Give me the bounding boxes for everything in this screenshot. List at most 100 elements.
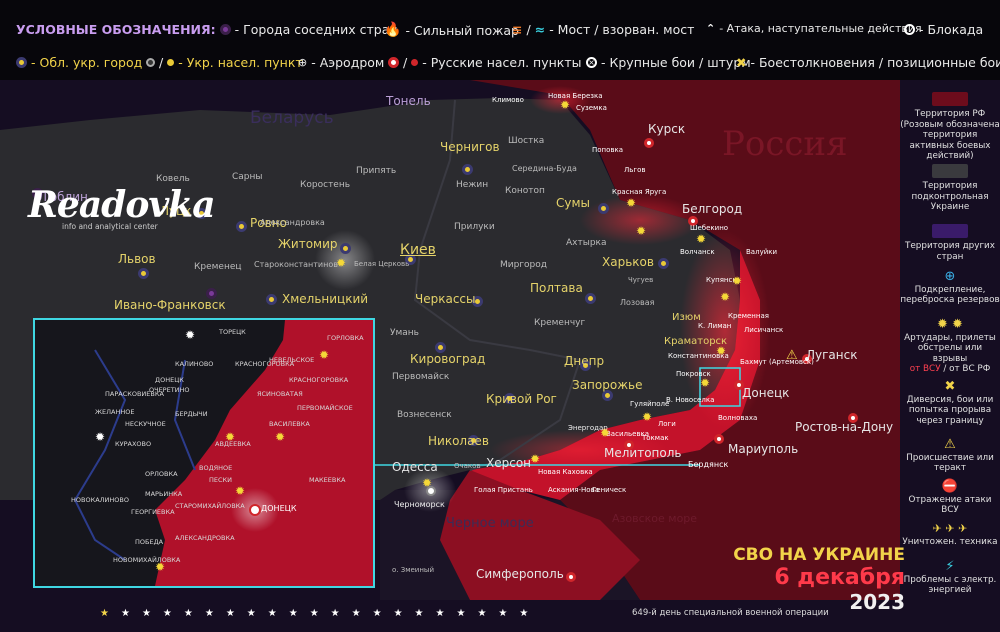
repel-icon: ⛔ [941,479,959,494]
city-kherson: Херсон [486,456,532,470]
rf-swatch [932,92,968,106]
city-kharkov: Харьков [602,255,654,269]
legend-russian-text: - Русские насел. пункты [422,55,582,70]
city-voznesensk: Вознесенск [397,410,452,420]
city-vasilyevka: Васильевка [606,430,650,438]
city-genichesk: Геническ [592,486,627,494]
power-text: Проблемы с электр. энергией [903,574,997,596]
legend-rf-territory: Территория РФ (Розовым обозначена террит… [900,92,1000,162]
mariupol-marker [714,434,724,444]
clash-icon: ✖ [736,55,747,70]
city-korosten: Коростень [300,180,351,190]
city-logi: Логи [658,420,676,428]
power-icon: ⚡ [945,559,955,574]
inset-city-donetsk: ДОНЕЦК [261,504,297,513]
map-graphic: УСЛОВНЫЕ ОБОЗНАЧЕНИЯ: - Города соседних … [0,0,1000,632]
inset-label: ОРЛОВКА [145,470,178,478]
legend-bridge: ≡ / ≈ - Мост / взорван. мост [512,22,694,37]
legend-incident: ⚠ Происшествие или теракт [900,438,1000,474]
city-krivoy-rog: Кривой Рог [486,392,557,406]
diversion-text: Диверсия, бои или попытка прорыва через … [906,394,994,426]
inset-donetsk-marker [249,504,261,516]
inset-label: ПЕРВОМАЙСКОЕ [297,404,353,412]
inset-label: ТОРЕЦК [219,328,246,336]
ua-swatch [932,164,968,178]
sumy-marker [598,203,609,214]
legend-diversion: ✖ Диверсия, бои или попытка прорыва чере… [900,380,1000,426]
legend-clashes: ✖ - Боестолкновения / позиционные бои [736,55,1000,70]
city-kiev: Киев [400,242,436,258]
footer-day-count: 649-й день специальной военной операции [632,608,829,618]
legend-destroyed: ✈ ✈ ✈ Уничтожен. техника [900,523,1000,547]
star-icon: ★ [435,607,445,619]
by-slash-text: / [943,364,947,374]
bridge-icon: ≡ [512,22,523,37]
reinforcement-text: Подкрепление, переброска резервов [900,284,1000,306]
strike-icon: ✹ [600,426,611,440]
star-icon: ★ [120,607,130,619]
city-konotop: Конотоп [505,186,545,196]
city-belgorod: Белгород [682,202,743,216]
title-date: 6 декабря [774,565,905,590]
star-icon: ★ [456,607,466,619]
strike-icon: ✹ [155,560,166,574]
brand-logo: Readovka info and analytical center [28,184,216,231]
city-b-novoselka: В. Новоселка [666,396,715,404]
city-golaya-pristan: Голая Пристань [474,486,533,494]
inset-label: ГЕОРГИЕВКА [131,508,175,516]
attack-icon: ⌃ [706,22,716,35]
inset-label: ПЕСКИ [209,476,233,484]
inset-label: СТАРОМИХАЙЛОВКА [175,502,245,510]
city-khmelnitsky: Хмельницкий [282,292,369,306]
legend-battles-text: - Крупные бои / штурм [601,55,751,70]
city-gulyaypole: Гуляйполе [630,400,670,408]
region-black-sea: Черное море [446,516,534,531]
city-priluki: Прилуки [454,222,495,232]
neighbor-city-icon [219,24,231,35]
city-melitopol: Мелитополь [604,446,682,460]
inset-label: НЕСКУЧНОЕ [125,420,166,428]
legend-russian: / - Русские насел. пункты [388,55,582,70]
city-mariupol: Мариуполь [728,442,799,456]
region-belarus: Беларусь [250,108,334,128]
star-icon: ★ [330,607,340,619]
strike-icon: ✹ [642,410,653,424]
incident-text: Происшествие или теракт [906,452,994,474]
city-nikolaev: Николаев [428,434,489,448]
settlement-icon [146,58,155,67]
inset-label: ВОДЯНОЕ [199,464,233,472]
poltava-marker [585,293,596,304]
city-rostov: Ростов-на-Дону [795,420,894,434]
destroyed-text: Уничтожен. техника [902,536,998,547]
city-cherkassy: Черкассы [415,292,476,306]
star-icon: ★ [519,607,529,619]
star-icon: ★ [288,607,298,619]
city-kursk: Курск [648,122,686,136]
inset-label: ПАРАСКОВИЕВКА [105,390,164,398]
legend-airfield-text: - Аэродром [311,55,385,70]
inset-label: АЛЕКСАНДРОВКА [175,534,235,542]
city-starokonst: Староконстантинов [254,260,338,269]
star-icon: ★ [267,607,277,619]
city-krasnaya: Красная Яруга [612,188,667,196]
city-izyum: Изюм [672,312,701,323]
star-icon: ★ [372,607,382,619]
city-novaya-beryoza: Новая Березка [548,92,603,100]
city-valuyki: Валуйки [746,248,778,256]
city-volnovakha: Волноваха [718,414,758,422]
city-lisichansk: Лисичанск [744,326,784,334]
star-icon: ★ [225,607,235,619]
legend-bridge-text: - Мост / взорван. мост [549,22,695,37]
city-nova-kakhovka: Новая Каховка [538,468,593,476]
legend-artillery: ✹ ✹ Артудары, прилеты обстрелы или взрыв… [900,318,1000,375]
star-icon: ★ [162,607,172,619]
obl-city-icon [16,57,27,68]
city-mirgorod: Миргород [500,260,548,270]
city-donetsk: Донецк [742,386,790,400]
city-ochakov: Очаков [454,462,481,470]
strike-icon: ✹ [95,430,106,444]
inset-label: МАКЕЕВКА [309,476,346,484]
strike-icon: ✹ [732,274,743,288]
legend-attack-text: - Атака, наступательные действия [719,22,922,35]
city-lozovaya: Лозовая [620,298,655,307]
